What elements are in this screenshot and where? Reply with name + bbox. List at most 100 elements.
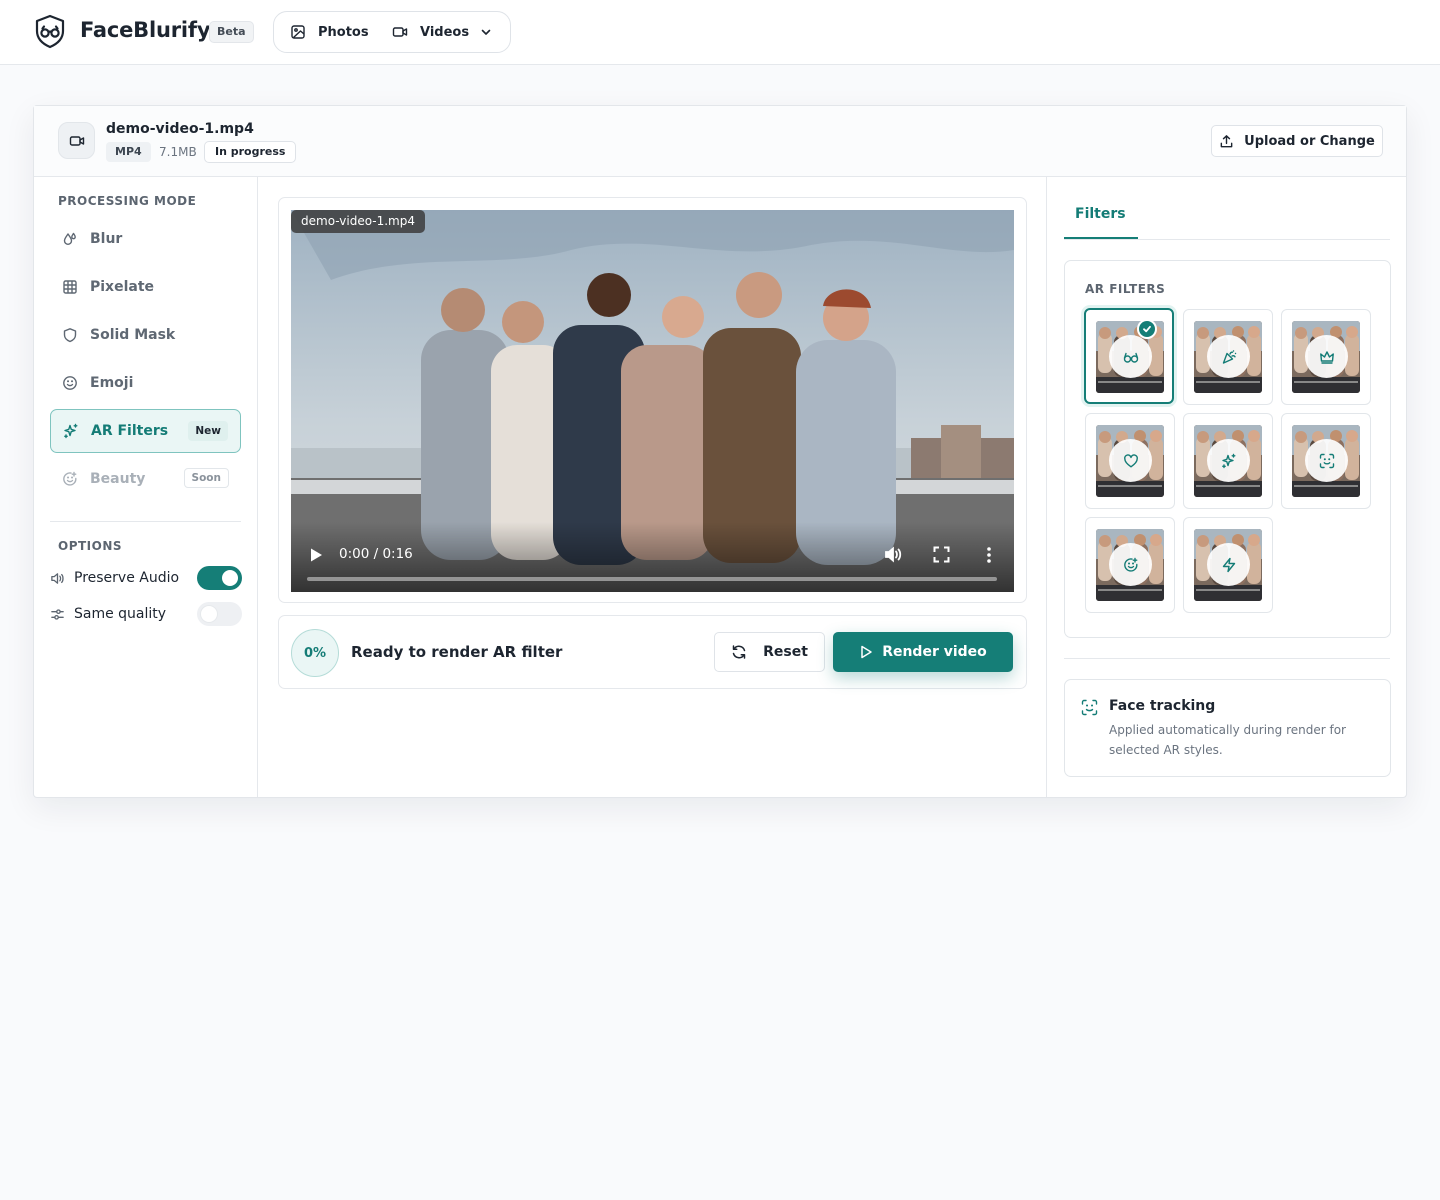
ar-filter-zap[interactable]	[1183, 517, 1273, 613]
file-name: demo-video-1.mp4	[106, 121, 254, 137]
smile-icon	[63, 376, 77, 390]
file-header: demo-video-1.mp4 MP4 7.1MB In progress U…	[34, 106, 1406, 177]
tab-underline-divider	[1064, 239, 1390, 240]
photos-nav-label: Photos	[318, 24, 369, 40]
video-camera-icon	[392, 27, 408, 37]
image-icon	[291, 25, 305, 39]
smile-plus-icon	[1109, 543, 1152, 586]
toggle-knob	[201, 606, 217, 622]
volume-icon	[51, 572, 64, 584]
render-video-button[interactable]: Render video	[833, 632, 1013, 672]
brand-name[interactable]: FaceBlurify	[80, 18, 211, 42]
file-extension-badge: MP4	[106, 142, 151, 162]
processing-sidebar: PROCESSING MODE Blur Pixelate Solid Mask	[34, 177, 258, 797]
upload-change-label: Upload or Change	[1244, 133, 1375, 149]
play-icon[interactable]	[309, 547, 323, 563]
option-preserve-audio: Preserve Audio	[50, 565, 242, 591]
panel-divider	[1064, 658, 1390, 659]
logo-shield-glasses-icon[interactable]	[34, 14, 66, 49]
soon-badge: Soon	[183, 468, 229, 488]
shield-icon	[63, 328, 77, 343]
ar-filter-glasses[interactable]	[1084, 308, 1174, 404]
videos-nav-label: Videos	[420, 24, 470, 40]
new-badge: New	[188, 421, 228, 441]
video-controls: 0:00 / 0:16	[291, 522, 1014, 592]
mode-label: Beauty	[90, 471, 146, 487]
beta-badge: Beta	[209, 21, 254, 43]
video-camera-icon	[69, 135, 84, 146]
scan-face-icon	[1305, 439, 1348, 482]
video-player-card: demo-video-1.mp4 0:00 / 0:16	[278, 197, 1027, 603]
mode-solid-mask[interactable]: Solid Mask	[50, 313, 241, 357]
mode-ar-filters[interactable]: AR Filters New	[50, 409, 241, 453]
render-video-label: Render video	[882, 644, 987, 660]
render-status-text: Ready to render AR filter	[351, 643, 563, 661]
filters-panel: Filters AR FILTERS Face tracking Applied…	[1046, 177, 1406, 797]
chevron-down-icon[interactable]	[479, 25, 493, 39]
mode-label: Emoji	[90, 375, 134, 391]
tab-filters[interactable]: Filters	[1064, 195, 1138, 239]
ar-filter-heart[interactable]	[1085, 413, 1175, 509]
render-bar: 0% Ready to render AR filter Reset Rende…	[278, 615, 1027, 689]
crown-icon	[1305, 335, 1348, 378]
video-filename-overlay: demo-video-1.mp4	[291, 210, 425, 233]
upload-change-button[interactable]: Upload or Change	[1211, 125, 1383, 157]
status-badge: In progress	[204, 141, 297, 163]
options-title: OPTIONS	[58, 539, 123, 553]
mode-blur[interactable]: Blur	[50, 217, 241, 261]
editor-card: demo-video-1.mp4 MP4 7.1MB In progress U…	[33, 105, 1407, 798]
ar-filter-crown[interactable]	[1281, 309, 1371, 405]
scan-face-icon	[1081, 699, 1098, 716]
face-tracking-info: Face tracking Applied automatically duri…	[1064, 679, 1391, 777]
photos-nav-button[interactable]: Photos	[290, 12, 369, 52]
ar-filter-scan-face[interactable]	[1281, 413, 1371, 509]
mode-emoji[interactable]: Emoji	[50, 361, 241, 405]
sidebar-divider	[50, 521, 241, 522]
video-player[interactable]: demo-video-1.mp4 0:00 / 0:16	[291, 210, 1014, 592]
video-time: 0:00 / 0:16	[339, 546, 413, 562]
file-size: 7.1MB	[159, 145, 197, 159]
reset-button[interactable]: Reset	[714, 632, 825, 672]
more-vertical-icon[interactable]	[983, 546, 995, 564]
heart-icon	[1109, 439, 1152, 482]
glasses-icon	[1109, 335, 1152, 378]
mode-beauty: Beauty Soon	[50, 457, 241, 501]
face-tracking-description: Applied automatically during render for …	[1109, 723, 1346, 757]
ar-filter-smile-plus[interactable]	[1085, 517, 1175, 613]
media-type-switcher: Photos Videos	[273, 11, 511, 53]
option-label: Same quality	[74, 606, 167, 622]
sparkles-icon	[64, 423, 78, 439]
mode-pixelate[interactable]: Pixelate	[50, 265, 241, 309]
mode-label: Blur	[90, 231, 123, 247]
mode-label: AR Filters	[91, 423, 169, 439]
preserve-audio-toggle[interactable]	[197, 566, 242, 590]
smile-plus-icon	[63, 471, 77, 486]
render-progress: 0%	[291, 629, 339, 677]
zap-icon	[1207, 543, 1250, 586]
mode-label: Solid Mask	[90, 327, 176, 343]
selected-check-icon	[1137, 319, 1157, 339]
grid-icon	[63, 280, 77, 294]
videos-nav-button[interactable]: Videos	[392, 12, 469, 52]
sliders-icon	[51, 608, 64, 620]
volume-icon[interactable]	[884, 545, 903, 564]
same-quality-toggle[interactable]	[197, 602, 242, 626]
party-popper-icon	[1207, 335, 1250, 378]
play-icon	[861, 645, 872, 659]
ar-filter-sparkles[interactable]	[1183, 413, 1273, 509]
ar-filters-box: AR FILTERS	[1064, 260, 1391, 638]
top-bar: FaceBlurify Beta Photos Videos	[0, 0, 1440, 65]
ar-filter-party-popper[interactable]	[1183, 309, 1273, 405]
fullscreen-icon[interactable]	[933, 546, 950, 563]
reset-label: Reset	[763, 644, 808, 660]
toggle-knob	[222, 570, 238, 586]
sparkles-icon	[1207, 439, 1250, 482]
refresh-icon	[732, 645, 746, 659]
ar-filters-title: AR FILTERS	[1085, 282, 1166, 296]
mode-label: Pixelate	[90, 279, 155, 295]
face-tracking-title: Face tracking	[1109, 698, 1216, 714]
droplets-icon	[63, 232, 76, 245]
file-type-icon	[58, 122, 95, 159]
video-progress-track[interactable]	[307, 577, 997, 581]
option-same-quality: Same quality	[50, 601, 242, 627]
